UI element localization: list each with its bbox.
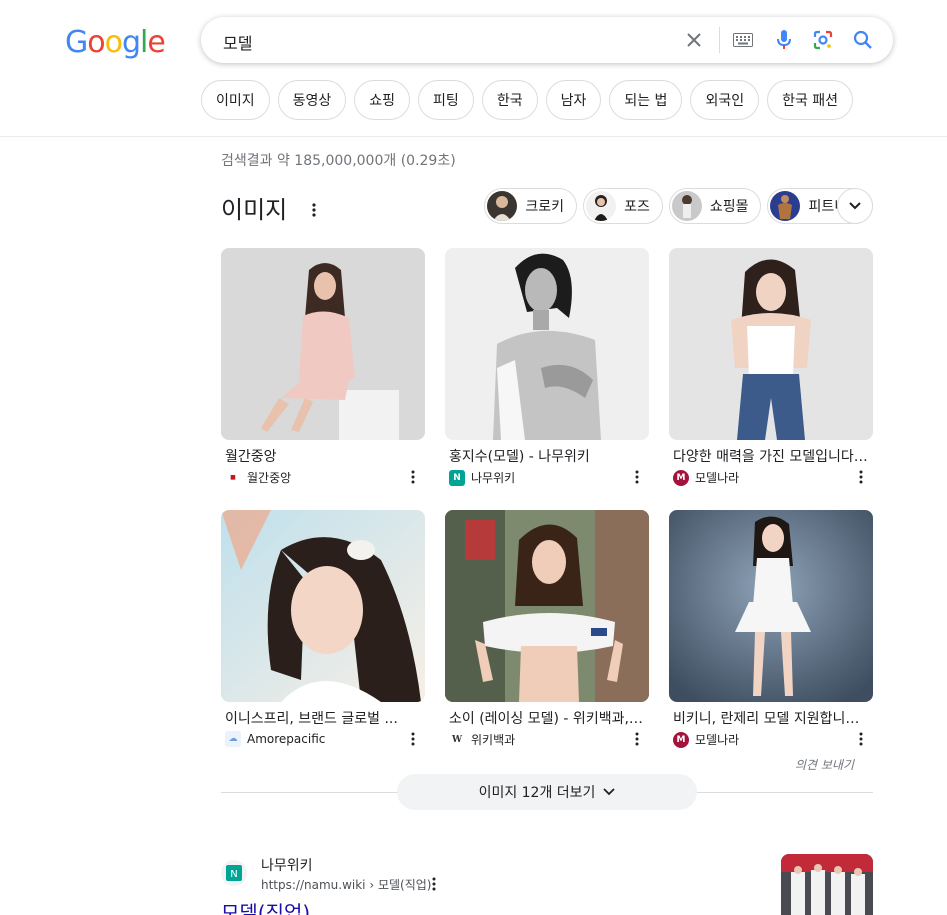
modelnara-favicon: M [673,469,689,486]
search-divider [719,27,720,53]
chip-male[interactable]: 남자 [545,80,602,120]
image-caption[interactable]: 다양한 매력을 가진 모델입니다 ... [673,446,869,466]
refine-chips: 이미지 동영상 쇼핑 피팅 한국 남자 되는 법 외국인 한국 패션 [201,80,854,120]
result-thumbnail[interactable] [781,854,873,915]
namuwiki-favicon[interactable]: N [221,860,247,886]
image-caption[interactable]: 소이 (레이싱 모델) - 위키백과, ... [449,708,645,728]
keyboard-icon[interactable] [732,29,754,51]
monthly-joongang-favicon: ■ [225,469,241,486]
chip-shopping[interactable]: 쇼핑 [354,80,411,120]
filter-thumbnail [487,191,518,221]
image-caption[interactable]: 비키니, 란제리 모델 지원합니다 ... [673,708,869,728]
image-thumbnail[interactable] [669,510,873,702]
more-options-icon[interactable] [631,469,643,485]
image-thumbnail[interactable] [221,248,425,440]
logo-letter: l [140,25,148,60]
search-box[interactable]: 모델 [201,17,893,63]
logo-letter: o [87,25,105,60]
chip-korean-fashion[interactable]: 한국 패션 [767,80,854,120]
expand-filters-button[interactable] [837,188,873,224]
filter-label: 포즈 [624,199,650,215]
more-images-label: 이미지 12개 더보기 [478,785,596,801]
filter-label: 쇼핑몰 [709,199,749,215]
chip-foreigner[interactable]: 외국인 [690,80,760,120]
image-caption[interactable]: 홍지수(모델) - 나무위키 [449,446,645,466]
modelnara-favicon: M [673,731,689,748]
amorepacific-favicon: ☁ [225,731,241,747]
feedback-link[interactable]: 의견 보내기 [795,756,854,773]
image-grid: 월간중앙 ■ 월간중앙 홍지수(모델) - 나무위키 N 나무위키 다양한 매력… [221,248,873,758]
filter-thumbnail [770,191,801,221]
search-icon[interactable] [852,29,874,51]
svg-text:N: N [230,869,237,880]
source-label: 월간중앙 [247,471,292,485]
chip-fitting[interactable]: 피팅 [418,80,474,120]
result-stats: 검색결과 약 185,000,000개 (0.29초) [221,153,456,169]
chevron-down-icon [849,202,861,210]
more-options-icon[interactable] [855,469,867,485]
image-filter-chips: 크로키 포즈 쇼핑몰 피트니스 [484,188,873,224]
image-card: 이니스프리, 브랜드 글로벌 ... ☁ Amorepacific [221,510,425,758]
more-options-icon[interactable] [855,731,867,747]
result-title-link[interactable]: 모델(직업) [221,897,310,915]
image-thumbnail[interactable] [221,510,425,702]
image-caption[interactable]: 월간중앙 [225,446,421,466]
source-label: 나무위키 [471,471,516,485]
image-source[interactable]: M 모델나라 [673,469,739,486]
filter-shopping-mall[interactable]: 쇼핑몰 [668,188,762,224]
image-card: 다양한 매력을 가진 모델입니다 ... M 모델나라 [669,248,873,496]
chip-image[interactable]: 이미지 [201,80,270,120]
image-thumbnail[interactable] [669,248,873,440]
image-card: 월간중앙 ■ 월간중앙 [221,248,425,496]
filter-croquis[interactable]: 크로키 [484,188,578,224]
header-divider [0,136,947,137]
chip-korea[interactable]: 한국 [481,80,538,120]
search-input[interactable]: 모델 [223,30,252,54]
image-source[interactable]: N 나무위키 [449,469,515,486]
result-site-name[interactable]: 나무위키 [261,855,313,875]
filter-label: 크로키 [525,199,565,215]
more-options-icon[interactable] [306,200,322,220]
image-source[interactable]: W 위키백과 [449,731,515,748]
image-source[interactable]: ☁ Amorepacific [225,731,325,747]
image-thumbnail[interactable] [445,510,649,702]
lens-icon[interactable] [812,29,834,51]
images-section-title: 이미지 [221,196,288,224]
chip-how-to[interactable]: 되는 법 [609,80,683,120]
result-url[interactable]: https://namu.wiki › 모델(직업) [261,876,431,893]
source-label: 위키백과 [471,733,516,747]
more-options-icon[interactable] [631,731,643,747]
logo-letter: o [104,25,123,60]
image-card: 비키니, 란제리 모델 지원합니다 ... M 모델나라 [669,510,873,758]
image-caption[interactable]: 이니스프리, 브랜드 글로벌 ... [225,708,421,728]
logo-letter: e [147,25,165,60]
microphone-icon[interactable] [773,29,795,51]
source-label: 모델나라 [695,733,740,747]
namuwiki-favicon: N [449,469,465,486]
chip-video[interactable]: 동영상 [277,80,347,120]
image-card: 소이 (레이싱 모델) - 위키백과, ... W 위키백과 [445,510,649,758]
filter-pose[interactable]: 포즈 [583,188,663,224]
google-logo[interactable]: Google [65,25,166,60]
more-options-icon[interactable] [428,876,440,892]
image-source[interactable]: M 모델나라 [673,731,739,748]
more-options-icon[interactable] [407,469,419,485]
image-thumbnail[interactable] [445,248,649,440]
wikipedia-favicon: W [449,731,465,748]
filter-thumbnail [671,191,702,221]
source-label: Amorepacific [247,732,326,746]
more-images-button[interactable]: 이미지 12개 더보기 [397,774,697,810]
chevron-down-icon [603,788,616,796]
source-label: 모델나라 [695,471,740,485]
close-icon[interactable] [683,29,705,51]
image-card: 홍지수(모델) - 나무위키 N 나무위키 [445,248,649,496]
logo-letter: G [65,25,88,60]
more-options-icon[interactable] [407,731,419,747]
logo-letter: g [121,25,141,60]
image-source[interactable]: ■ 월간중앙 [225,469,291,486]
filter-thumbnail [586,191,617,221]
